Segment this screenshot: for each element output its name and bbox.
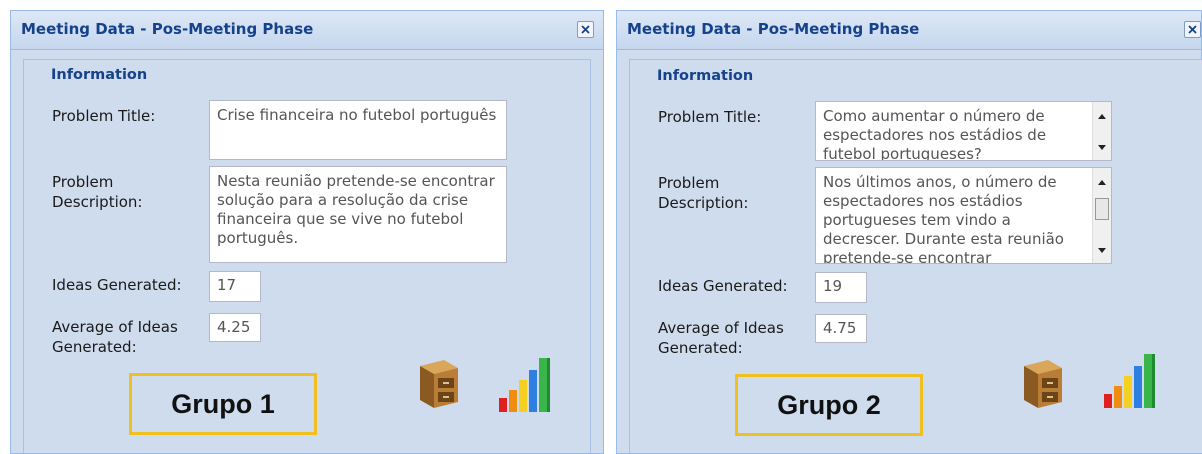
panel-body: Information Problem Title: Como aumentar… — [629, 59, 1202, 453]
bar-chart-icon[interactable] — [1103, 348, 1165, 412]
file-cabinet-icon[interactable] — [1018, 356, 1066, 410]
scroll-up-arrow[interactable] — [1098, 180, 1106, 185]
close-button[interactable] — [1184, 21, 1201, 38]
problem-description-text: Nos últimos anos, o número de espectador… — [823, 173, 1064, 264]
close-icon — [1188, 25, 1197, 34]
panel-header: Meeting Data - Pos-Meeting Phase — [11, 11, 603, 50]
problem-description-label-line2: Description: — [658, 194, 749, 212]
scroll-down-arrow[interactable] — [1098, 145, 1106, 150]
ideas-generated-field[interactable]: 19 — [815, 272, 867, 303]
close-button[interactable] — [577, 21, 594, 38]
group-label-box: Grupo 2 — [735, 374, 923, 436]
problem-description-label-line1: Problem — [658, 174, 720, 192]
problem-title-scrollbar[interactable] — [1092, 102, 1111, 160]
section-heading: Information — [657, 68, 754, 84]
problem-description-label-line2: Description: — [52, 193, 143, 211]
average-ideas-field[interactable]: 4.75 — [815, 314, 867, 343]
ideas-generated-field[interactable]: 17 — [209, 271, 261, 302]
problem-title-label: Problem Title: — [658, 108, 762, 126]
problem-title-text: Como aumentar o número de espectadores n… — [823, 107, 1047, 161]
problem-title-label: Problem Title: — [52, 107, 156, 125]
ideas-generated-label: Ideas Generated: — [658, 277, 788, 295]
problem-description-field[interactable]: Nesta reunião pretende-se encontrar solu… — [209, 166, 507, 263]
problem-description-label-line1: Problem — [52, 173, 114, 191]
panel-title: Meeting Data - Pos-Meeting Phase — [21, 20, 314, 38]
ideas-generated-label: Ideas Generated: — [52, 276, 182, 294]
close-icon — [581, 25, 590, 34]
file-cabinet-icon[interactable] — [414, 356, 462, 410]
problem-title-field[interactable]: Crise financeira no futebol português — [209, 100, 507, 160]
group-label-box: Grupo 1 — [129, 373, 317, 435]
average-ideas-field[interactable]: 4.25 — [209, 313, 261, 342]
panel-header: Meeting Data - Pos-Meeting Phase — [617, 11, 1201, 50]
panel-body: Information Problem Title: Crise finance… — [23, 59, 591, 453]
meeting-data-panel-2: Meeting Data - Pos-Meeting Phase Informa… — [616, 10, 1202, 454]
average-ideas-label-line1: Average of Ideas — [658, 319, 784, 337]
problem-title-field[interactable]: Como aumentar o número de espectadores n… — [815, 101, 1112, 161]
scroll-up-arrow[interactable] — [1098, 114, 1106, 119]
average-ideas-label-line1: Average of Ideas — [52, 318, 178, 336]
scroll-down-arrow[interactable] — [1098, 248, 1106, 253]
meeting-data-panel-1: Meeting Data - Pos-Meeting Phase Informa… — [10, 10, 604, 454]
bar-chart-icon[interactable] — [498, 352, 560, 416]
scroll-thumb[interactable] — [1095, 198, 1109, 220]
problem-description-scrollbar[interactable] — [1092, 168, 1111, 263]
section-heading: Information — [51, 67, 148, 83]
average-ideas-label-line2: Generated: — [52, 338, 137, 356]
panel-title: Meeting Data - Pos-Meeting Phase — [627, 20, 920, 38]
problem-description-field[interactable]: Nos últimos anos, o número de espectador… — [815, 167, 1112, 264]
average-ideas-label-line2: Generated: — [658, 339, 743, 357]
